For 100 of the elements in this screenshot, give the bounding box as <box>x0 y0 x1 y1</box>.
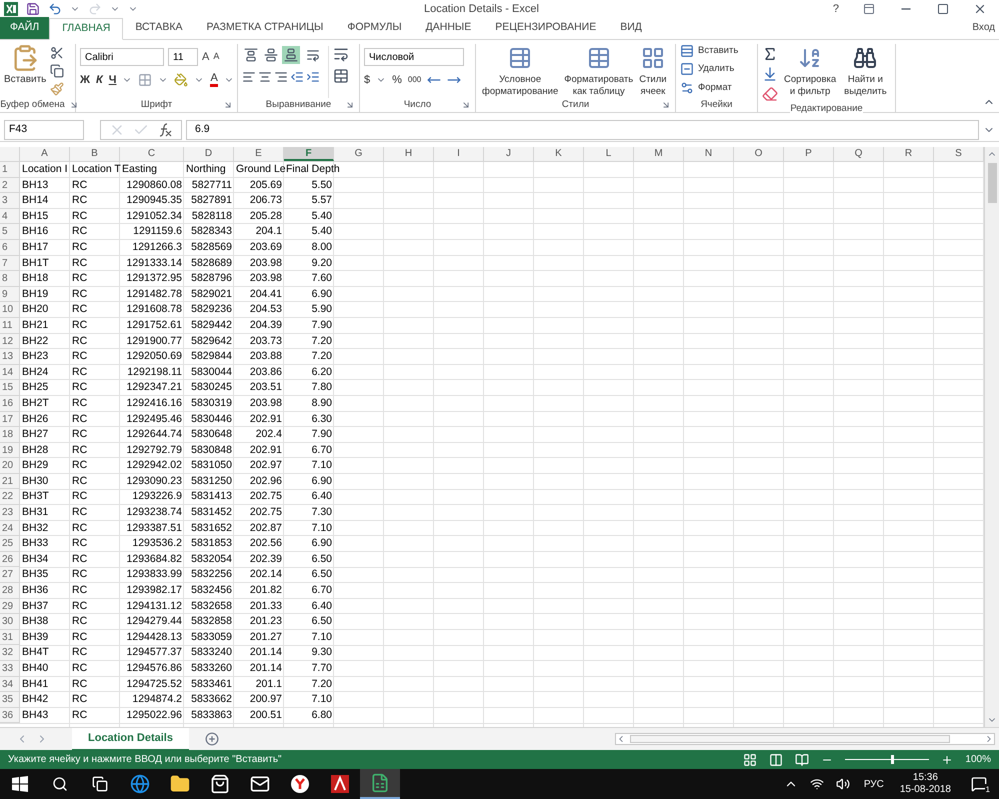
ribbon-tab[interactable]: ГЛАВНАЯ <box>49 18 124 40</box>
scrollbar-thumb[interactable] <box>988 163 996 203</box>
row-header[interactable]: 1 <box>0 162 20 178</box>
name-box[interactable]: F43 <box>4 120 84 140</box>
row-header[interactable]: 20 <box>0 458 20 474</box>
column-header[interactable]: R <box>884 147 934 161</box>
page-layout-icon[interactable] <box>769 752 784 766</box>
column-header[interactable]: N <box>684 147 734 161</box>
ribbon-button[interactable]: Найти и выделить <box>842 44 889 102</box>
vertical-scrollbar[interactable] <box>984 147 999 727</box>
eraser-icon[interactable] <box>762 86 778 102</box>
column-header[interactable]: D <box>184 147 234 161</box>
ribbon-button[interactable]: Условное форматирование <box>480 44 560 98</box>
column-header[interactable]: C <box>120 147 184 161</box>
column-header[interactable]: M <box>634 147 684 161</box>
search-icon[interactable] <box>52 776 68 792</box>
zoom-in-icon[interactable] <box>941 754 954 766</box>
close-icon[interactable] <box>973 2 987 16</box>
zoom-slider[interactable] <box>845 755 930 764</box>
row-header[interactable]: 26 <box>0 552 20 568</box>
launcher-icon[interactable] <box>223 100 234 110</box>
font-name-field[interactable]: Calibri <box>80 48 164 66</box>
column-header[interactable]: L <box>584 147 634 161</box>
launcher-icon[interactable] <box>68 100 79 110</box>
currency-button[interactable]: $ <box>364 72 370 88</box>
row-header[interactable]: 32 <box>0 645 20 661</box>
spreadsheet-icon[interactable] <box>370 773 390 793</box>
mail-icon[interactable] <box>250 774 270 794</box>
column-header[interactable]: B <box>70 147 120 161</box>
ribbon-tab[interactable]: РАЗМЕТКА СТРАНИЦЫ <box>194 17 336 39</box>
fill-icon[interactable] <box>762 66 778 82</box>
row-header[interactable]: 29 <box>0 598 20 614</box>
copy-icon[interactable] <box>50 64 64 78</box>
increase-indent-icon[interactable] <box>306 70 320 84</box>
row-header[interactable]: 35 <box>0 692 20 708</box>
row-header[interactable]: 11 <box>0 318 20 334</box>
cut-icon[interactable] <box>50 46 64 60</box>
column-header[interactable]: J <box>484 147 534 161</box>
row-header[interactable]: 16 <box>0 396 20 412</box>
shopping-bag-icon[interactable] <box>210 774 230 794</box>
launcher-icon[interactable] <box>345 100 355 110</box>
row-header[interactable]: 33 <box>0 661 20 677</box>
column-header[interactable]: P <box>784 147 834 161</box>
ribbon-tab[interactable]: ВИД <box>608 17 654 39</box>
row-header[interactable]: 12 <box>0 334 20 350</box>
borders-icon[interactable] <box>138 73 152 88</box>
function-icon[interactable] <box>157 122 173 138</box>
network-icon[interactable] <box>810 777 824 791</box>
row-header[interactable]: 5 <box>0 224 20 240</box>
notifications-icon[interactable] <box>971 776 987 792</box>
font-size-field[interactable]: 11 <box>168 48 198 66</box>
decrease-indent-icon[interactable] <box>290 70 304 84</box>
row-header[interactable]: 8 <box>0 271 20 287</box>
grow-font-button[interactable]: A <box>202 48 210 66</box>
row-header[interactable]: 30 <box>0 614 20 630</box>
sign-in-link[interactable]: Вход <box>968 20 999 35</box>
launcher-icon[interactable] <box>661 100 671 110</box>
sheet-tab[interactable]: Location Details <box>72 728 189 750</box>
row-header[interactable]: 34 <box>0 676 20 692</box>
row-header[interactable]: 17 <box>0 412 20 428</box>
cells-button[interactable]: Вставить <box>680 44 738 58</box>
bold-button[interactable]: Ж <box>80 72 90 88</box>
ribbon-tab[interactable]: ДАННЫЕ <box>414 17 484 39</box>
clock[interactable]: 15:36 15-08-2018 <box>900 772 951 796</box>
task-view-icon[interactable] <box>92 776 108 792</box>
row-header[interactable]: 14 <box>0 364 20 380</box>
row-header[interactable]: 3 <box>0 193 20 209</box>
scrollbar-thumb[interactable] <box>630 735 950 743</box>
cells-button[interactable]: Формат <box>680 80 738 95</box>
row-header[interactable]: 9 <box>0 286 20 302</box>
volume-icon[interactable] <box>836 777 850 791</box>
paste-button[interactable]: Вставить <box>4 44 46 98</box>
align-right-icon[interactable] <box>274 70 288 84</box>
row-header[interactable]: 7 <box>0 256 20 272</box>
column-header[interactable]: K <box>534 147 584 161</box>
ribbon-tab[interactable]: ВСТАВКА <box>123 17 194 39</box>
row-header[interactable]: 22 <box>0 489 20 506</box>
ribbon-button[interactable]: Сортировка и фильтр <box>782 44 838 102</box>
row-header[interactable]: 2 <box>0 178 20 194</box>
language-indicator[interactable]: РУС <box>864 776 884 792</box>
percent-button[interactable]: % <box>392 72 402 88</box>
column-header[interactable]: O <box>734 147 784 161</box>
row-header[interactable]: 19 <box>0 442 20 458</box>
font-color-button[interactable]: A <box>210 73 218 88</box>
add-sheet-icon[interactable] <box>204 732 219 746</box>
row-header[interactable]: 31 <box>0 630 20 646</box>
ribbon-tab[interactable]: ФАЙЛ <box>0 17 50 39</box>
pdf-app-icon[interactable] <box>330 774 350 794</box>
row-header[interactable]: 18 <box>0 427 20 443</box>
folder-icon[interactable] <box>170 774 190 794</box>
ribbon-button[interactable]: Стили ячеек <box>637 44 669 98</box>
row-header[interactable]: 36 <box>0 708 20 724</box>
row-header[interactable]: 10 <box>0 302 20 318</box>
vertical-align-icon[interactable] <box>282 46 300 64</box>
restore-icon[interactable] <box>937 3 949 15</box>
column-header[interactable]: Q <box>834 147 884 161</box>
underline-button[interactable]: Ч <box>108 72 116 88</box>
windows-start-icon[interactable] <box>12 776 28 792</box>
number-format-field[interactable]: Числовой <box>364 48 464 66</box>
row-header[interactable]: 21 <box>0 474 20 490</box>
